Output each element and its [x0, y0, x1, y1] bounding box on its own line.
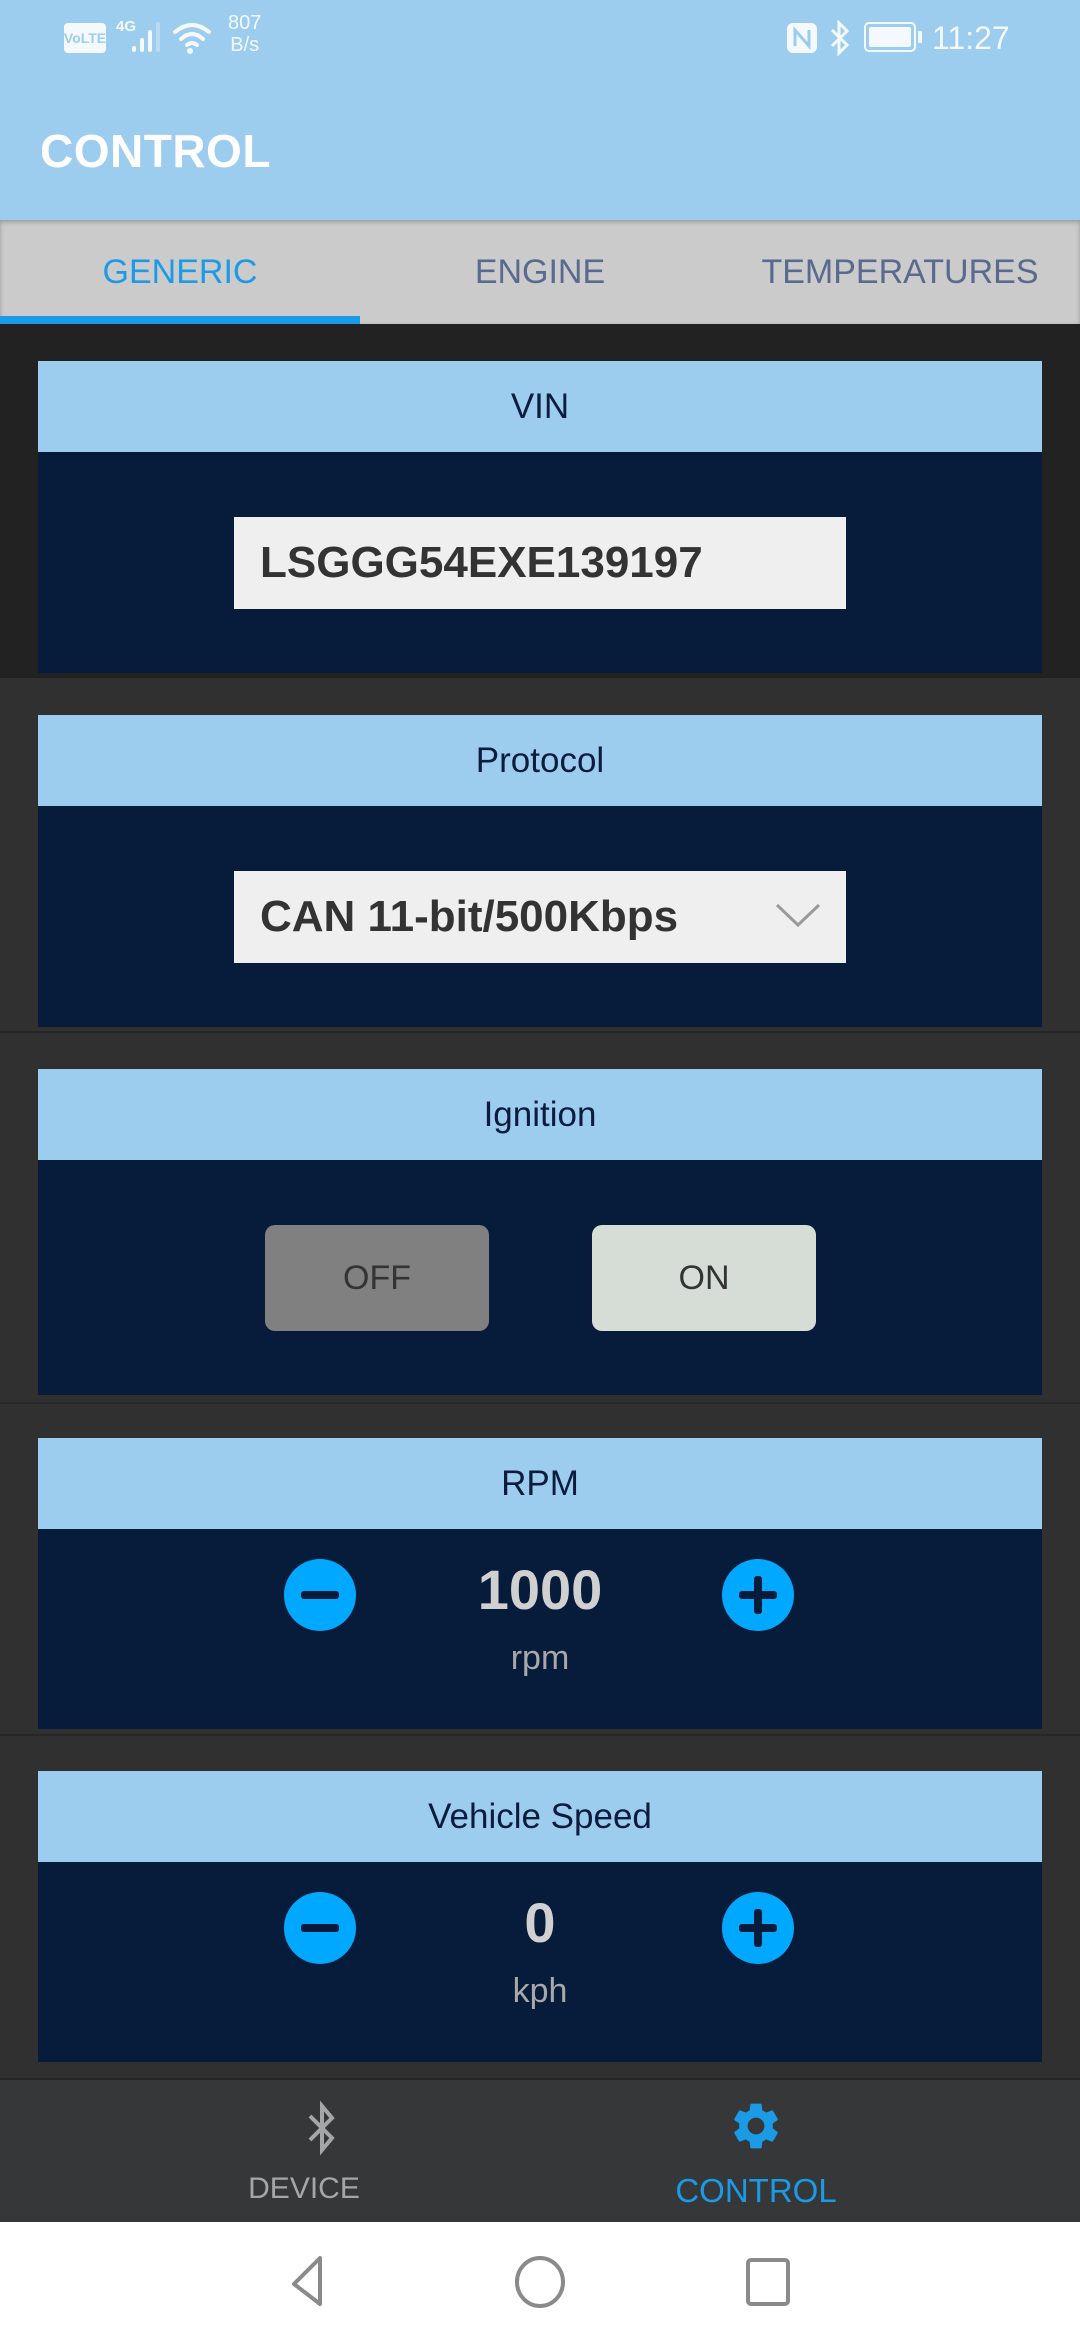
speed-unit: kph	[512, 1972, 568, 2010]
nav-control[interactable]: CONTROL	[486, 2080, 1026, 2222]
vin-section: VIN LSGGG54EXE139197	[0, 324, 1080, 678]
bluetooth-icon	[830, 20, 850, 56]
vin-value: LSGGG54EXE139197	[260, 538, 703, 587]
vin-header: VIN	[38, 361, 1042, 452]
nfc-icon	[787, 23, 817, 53]
rpm-increase-button[interactable]	[722, 1559, 794, 1631]
battery-icon	[864, 22, 922, 52]
speed-card: Vehicle Speed 0 kph	[38, 1771, 1042, 2062]
content-scroll[interactable]: VIN LSGGG54EXE139197 Protocol CAN 11-bit…	[0, 324, 1080, 2080]
ignition-header: Ignition	[38, 1069, 1042, 1160]
ignition-on-button[interactable]: ON	[592, 1225, 816, 1331]
protocol-dropdown[interactable]: CAN 11-bit/500Kbps	[234, 871, 846, 963]
rpm-card: RPM 1000 rpm	[38, 1438, 1042, 1729]
speed-value: 0	[524, 1891, 556, 1954]
app-bar: CONTROL	[0, 72, 1080, 220]
page-title: CONTROL	[40, 125, 271, 177]
protocol-section: Protocol CAN 11-bit/500Kbps	[0, 678, 1080, 1033]
rpm-value: 1000	[477, 1558, 603, 1621]
rpm-section: RPM 1000 rpm	[0, 1404, 1080, 1736]
protocol-card: Protocol CAN 11-bit/500Kbps	[38, 715, 1042, 1027]
wifi-icon	[173, 23, 211, 54]
tab-bar: GENERIC ENGINE TEMPERATURES	[0, 220, 1080, 324]
tab-engine[interactable]: ENGINE	[360, 220, 720, 324]
volte-icon: VoLTE	[64, 23, 106, 53]
system-nav-bar	[0, 2222, 1080, 2340]
home-icon[interactable]	[510, 2252, 570, 2312]
net-speed: 807 B/s	[228, 12, 262, 56]
ignition-section: Ignition OFF ON	[0, 1033, 1080, 1404]
chevron-down-icon	[775, 903, 821, 928]
status-bar: VoLTE 4G 807 B/s 11:27	[0, 0, 1080, 72]
tab-temperatures[interactable]: TEMPERATURES	[720, 220, 1080, 324]
bluetooth-icon	[308, 2100, 335, 2156]
vin-field[interactable]: LSGGG54EXE139197	[234, 517, 846, 609]
signal-icon	[132, 22, 160, 52]
rpm-header: RPM	[38, 1438, 1042, 1529]
protocol-header: Protocol	[38, 715, 1042, 806]
gear-icon	[734, 2103, 778, 2149]
vin-card: VIN LSGGG54EXE139197	[38, 361, 1042, 673]
back-icon[interactable]	[278, 2252, 338, 2312]
speed-header: Vehicle Speed	[38, 1771, 1042, 1862]
clock: 11:27	[932, 20, 1010, 56]
ignition-off-button[interactable]: OFF	[265, 1225, 489, 1331]
recents-icon[interactable]	[738, 2252, 798, 2312]
protocol-selected: CAN 11-bit/500Kbps	[260, 892, 679, 941]
bottom-nav: DEVICE CONTROL	[0, 2080, 1080, 2222]
rpm-unit: rpm	[510, 1639, 570, 1677]
tab-indicator	[0, 316, 360, 324]
nav-control-label: CONTROL	[675, 2172, 837, 2209]
speed-section: Vehicle Speed 0 kph	[0, 1736, 1080, 2080]
ignition-card: Ignition OFF ON	[38, 1069, 1042, 1395]
speed-increase-button[interactable]	[722, 1892, 794, 1964]
tab-generic[interactable]: GENERIC	[0, 220, 360, 324]
